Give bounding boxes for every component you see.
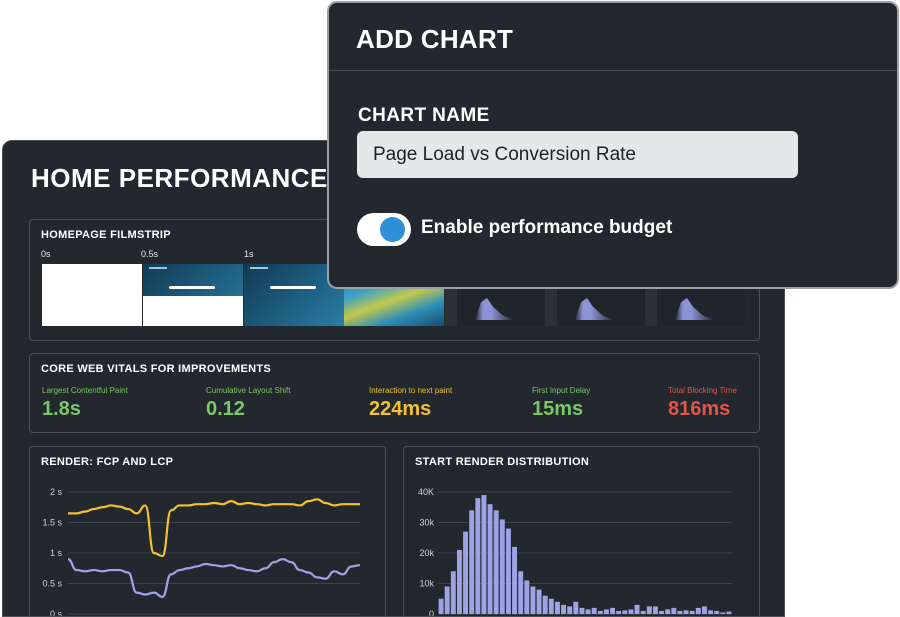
- histogram-bar: [469, 510, 475, 614]
- histogram-bar: [438, 598, 444, 614]
- vital-lcp: Largest Contentful Paint 1.8s: [42, 386, 128, 421]
- add-chart-modal: ADD CHART CHART NAME Enable performance …: [327, 1, 899, 289]
- histogram-bar: [665, 609, 671, 614]
- histogram-bar: [659, 610, 665, 614]
- histogram-bar: [554, 601, 560, 614]
- histogram-bar: [518, 571, 524, 614]
- histogram-bar: [634, 604, 640, 614]
- histogram-bar: [701, 606, 707, 614]
- histogram-bar: [450, 571, 456, 614]
- render-chart-panel: RENDER: FCP AND LCP 0 s 0.5 s1 s 1.5 s2 s: [29, 446, 386, 617]
- histogram-bar: [524, 580, 530, 614]
- vital-label: Largest Contentful Paint: [42, 386, 128, 395]
- histogram-bar: [585, 609, 591, 614]
- vital-value: 816ms: [668, 398, 731, 420]
- vital-label: Cumulative Layout Shift: [206, 386, 291, 395]
- dashboard-title: HOME PERFORMANCE: [31, 163, 328, 193]
- histogram-bar: [463, 531, 469, 614]
- film-frame[interactable]: [143, 264, 243, 326]
- histogram-bar: [628, 609, 634, 614]
- render-chart: 0 s 0.5 s 1 s 1.5 s 2 s: [42, 487, 361, 617]
- vital-label: Interaction to next paint: [369, 386, 453, 395]
- core-web-vitals-title: CORE WEB VITALS FOR IMPROVEMENTS: [41, 363, 272, 375]
- histogram-bar: [610, 607, 616, 614]
- film-frame[interactable]: [42, 264, 142, 326]
- vital-value: 224ms: [369, 398, 432, 420]
- film-time-2: 1s: [244, 249, 254, 259]
- histogram-bar: [561, 604, 567, 614]
- histogram-bar: [720, 612, 726, 614]
- histogram-bar: [708, 610, 714, 614]
- vital-value: 1.8s: [42, 398, 81, 420]
- series-line-0: [67, 498, 360, 558]
- core-web-vitals-panel: CORE WEB VITALS FOR IMPROVEMENTS Largest…: [29, 353, 760, 433]
- histogram-bar: [487, 504, 493, 614]
- y-tick-label: 20k: [419, 548, 434, 558]
- histogram-bar: [683, 610, 689, 614]
- histogram-bar: [548, 598, 554, 614]
- histogram-bar: [677, 610, 683, 614]
- histogram-bar: [689, 610, 695, 614]
- vital-cls: Cumulative Layout Shift 0.12: [206, 386, 291, 421]
- distribution-chart-panel: START RENDER DISTRIBUTION 0 10k 20k 30k 40K: [403, 446, 760, 617]
- histogram-bar: [714, 610, 720, 614]
- series-line-1: [67, 557, 361, 599]
- y-tick-label: 1 s: [50, 548, 63, 558]
- histogram-bar: [512, 546, 518, 614]
- y-tick-label: 2 s: [50, 487, 63, 497]
- histogram-bar: [475, 498, 481, 614]
- vital-inp: Interaction to next paint 224ms: [369, 386, 452, 421]
- film-time-1: 0.5s: [141, 249, 159, 259]
- distribution-chart: 0 10k 20k 30k 40K: [418, 487, 732, 617]
- histogram-bar: [530, 586, 536, 614]
- y-tick-label: 10k: [419, 579, 434, 589]
- vital-value: 0.12: [206, 398, 245, 420]
- histogram-bar: [652, 606, 658, 614]
- histogram-bar: [695, 607, 701, 614]
- performance-budget-label: Enable performance budget: [421, 217, 673, 238]
- histogram-bar: [567, 606, 573, 614]
- y-tick-label: 40K: [418, 487, 434, 497]
- histogram-bar: [456, 549, 462, 614]
- y-tick-label: 0.5 s: [42, 579, 62, 589]
- chart-name-input[interactable]: [357, 131, 798, 178]
- histogram-bar: [573, 601, 579, 614]
- histogram-bar: [499, 519, 505, 614]
- toggle-knob: [380, 217, 405, 242]
- vital-label: Total Blocking Time: [668, 386, 737, 395]
- film-time-0: 0s: [41, 249, 51, 259]
- histogram-bar: [591, 607, 597, 614]
- histogram-bar: [493, 510, 499, 614]
- histogram-bar: [640, 610, 646, 614]
- histogram-bar: [603, 609, 609, 614]
- histogram-bar: [536, 589, 542, 614]
- histogram-bar: [671, 607, 677, 614]
- modal-title: ADD CHART: [356, 24, 514, 54]
- chart-name-label: CHART NAME: [358, 105, 490, 126]
- performance-budget-toggle[interactable]: [357, 213, 411, 246]
- histogram-bar: [505, 528, 511, 614]
- histogram-bar: [579, 607, 585, 614]
- histogram-bar: [646, 606, 652, 614]
- histogram-bar: [597, 610, 603, 614]
- y-tick-label: 0 s: [50, 609, 63, 617]
- histogram-bar: [542, 595, 548, 614]
- vital-label: First Input Delay: [532, 386, 591, 395]
- vital-fid: First Input Delay 15ms: [532, 386, 590, 421]
- vital-tbt: Total Blocking Time 816ms: [668, 386, 737, 421]
- histogram-bar: [726, 611, 732, 614]
- histogram-bar: [622, 610, 628, 614]
- y-tick-label: 1.5 s: [42, 518, 62, 528]
- y-tick-label: 0: [429, 609, 434, 617]
- y-tick-label: 30k: [419, 518, 434, 528]
- vital-value: 15ms: [532, 398, 584, 420]
- modal-header: ADD CHART: [329, 3, 897, 71]
- filmstrip-title: HOMEPAGE FILMSTRIP: [41, 229, 171, 241]
- histogram-bar: [616, 610, 622, 614]
- histogram-bar: [444, 586, 450, 614]
- histogram-bar: [481, 495, 487, 614]
